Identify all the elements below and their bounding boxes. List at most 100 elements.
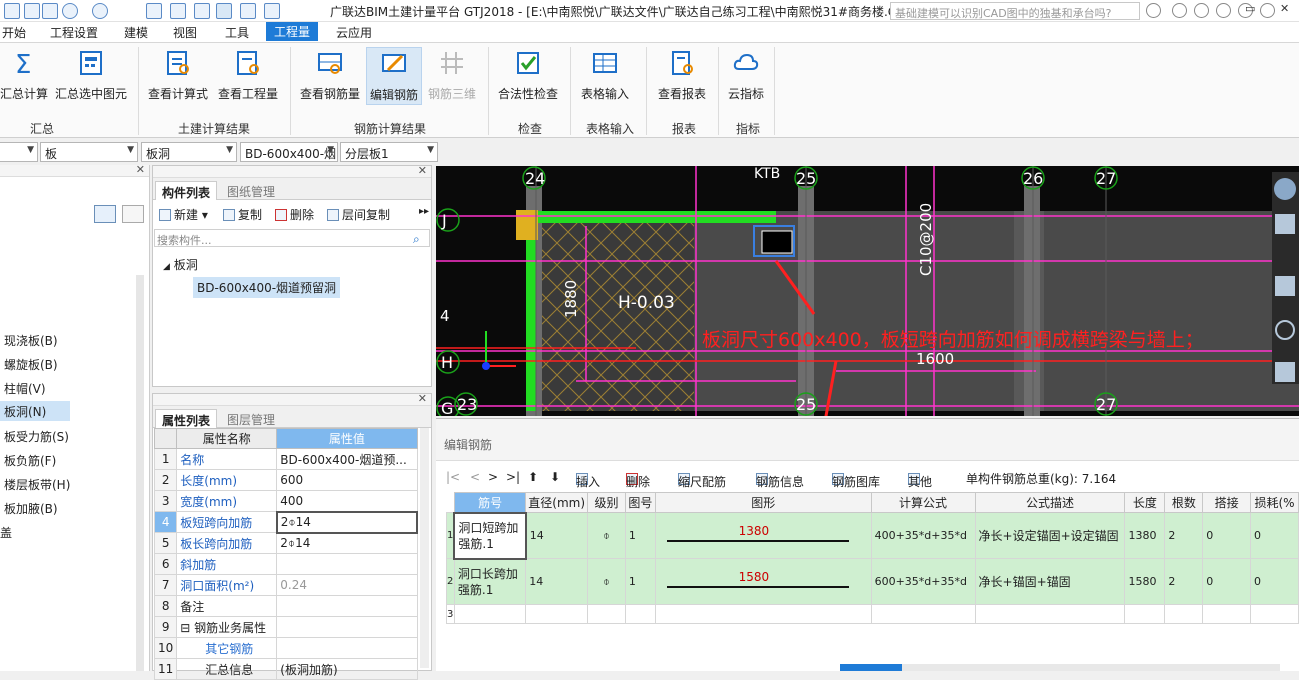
tab-layer-manager[interactable]: 图层管理 — [221, 409, 281, 428]
view-quantity-button[interactable]: 查看工程量 — [216, 47, 280, 105]
nav-scrollbar[interactable] — [136, 275, 144, 671]
help-search-input[interactable]: 基础建模可以识别CAD图中的独基和承台吗? — [890, 2, 1140, 20]
menu-view[interactable]: 视图 — [173, 24, 197, 41]
category-select[interactable]: 板 ▼ — [40, 142, 138, 162]
cad-drawing-canvas[interactable]: 24 25 26 27 23 25 27 J H G KTB 4 H-0.03 … — [436, 166, 1299, 416]
rebar-shape[interactable]: 1380 — [654, 512, 872, 559]
view-icon[interactable] — [240, 3, 256, 19]
nav-item-slab-main-rebar[interactable]: 板受力筋(S) — [4, 428, 69, 445]
table-row[interactable]: 1 名称 BD-600x400-烟道预... — [153, 448, 418, 470]
close-icon[interactable]: ✕ — [418, 392, 427, 405]
nav-item-spiral-slab[interactable]: 螺旋板(B) — [4, 356, 58, 373]
type-select[interactable]: 板洞 ▼ — [141, 142, 237, 162]
move-down-icon[interactable]: ⬇ — [550, 470, 560, 484]
bar-name-cell[interactable]: 洞口短跨加强筋.1 — [453, 511, 527, 560]
menu-tools[interactable]: 工具 — [225, 24, 249, 41]
table-row[interactable]: 5 板长跨向加筋 2⌽14 — [153, 532, 418, 554]
legality-check-button[interactable]: 合法性检查 — [496, 47, 560, 105]
floor-copy-button[interactable]: 层间复制 — [327, 206, 390, 223]
3d-view-icon[interactable] — [1275, 214, 1295, 234]
nav-item-slab-neg-rebar[interactable]: 板负筋(F) — [4, 452, 56, 469]
user-icon[interactable] — [1146, 3, 1161, 18]
tab-property-list[interactable]: 属性列表 — [155, 409, 218, 428]
cube-icon[interactable] — [1275, 276, 1295, 296]
floor-select[interactable]: ▼ — [0, 142, 38, 162]
table-row[interactable]: 7 洞口面积(m²) 0.24 — [153, 574, 418, 596]
video-icon[interactable] — [1194, 3, 1209, 18]
orbit-icon[interactable] — [1274, 178, 1296, 200]
move-up-icon[interactable]: ⬆ — [528, 470, 538, 484]
rebar-shape[interactable]: 1580 — [654, 558, 872, 605]
table-row[interactable]: 8 备注 — [153, 595, 418, 617]
nav-item-slab-haunch[interactable]: 板加腋(B) — [4, 500, 58, 517]
edit-icon[interactable] — [216, 3, 232, 19]
table-row-selected[interactable]: 4 板短跨向加筋 2⌽14 — [153, 510, 419, 534]
horizontal-scrollbar[interactable] — [840, 664, 1280, 671]
menu-project-settings[interactable]: 工程设置 — [50, 24, 98, 41]
short-span-rebar-input[interactable]: 2⌽14 — [275, 510, 419, 534]
table-row[interactable]: 9 ⊟ 钢筋业务属性 — [153, 616, 418, 638]
summary-selected-button[interactable]: 汇总选中图元 — [52, 47, 130, 105]
rebar-3d-button[interactable]: 钢筋三维 — [426, 47, 478, 105]
tree-root[interactable]: ◢ 板洞 — [163, 256, 198, 273]
redo-icon[interactable] — [92, 3, 108, 19]
nav-item-cover[interactable]: 盖 — [0, 524, 12, 541]
search-icon[interactable]: ⌕ — [413, 232, 420, 247]
new-component-button[interactable]: 新建 ▾ — [159, 206, 208, 223]
restore-button[interactable]: ▭ — [1245, 2, 1255, 15]
component-search-input[interactable]: 搜索构件... — [154, 229, 430, 247]
measure-icon[interactable] — [194, 3, 210, 19]
grid-icon[interactable] — [1275, 362, 1295, 382]
tab-component-list[interactable]: 构件列表 — [155, 181, 218, 200]
list-view-icon[interactable] — [94, 205, 116, 223]
menu-modeling[interactable]: 建模 — [124, 24, 148, 41]
nav-item-slab-hole[interactable]: 板洞(N) — [0, 401, 70, 421]
other-button[interactable]: 其他 ▾ — [908, 470, 932, 489]
menu-start[interactable]: 开始 — [2, 24, 26, 41]
check-drawing-icon[interactable] — [146, 3, 162, 19]
close-icon[interactable]: ✕ — [418, 164, 427, 177]
grid-view-icon[interactable] — [122, 205, 144, 223]
more-icon[interactable]: ▸▸ — [419, 206, 429, 217]
export-icon[interactable] — [264, 3, 280, 19]
nav-item-cast-slab[interactable]: 现浇板(B) — [4, 332, 58, 349]
property-scrollbar[interactable] — [420, 428, 429, 668]
tab-drawing-manager[interactable]: 图纸管理 — [221, 181, 281, 200]
nav-item-floor-strip[interactable]: 楼层板带(H) — [4, 476, 70, 493]
table-row[interactable]: 2 长度(mm) 600 — [153, 469, 418, 491]
undo-icon[interactable] — [62, 3, 78, 19]
feedback-icon[interactable] — [1216, 3, 1231, 18]
skin-icon[interactable] — [1260, 3, 1275, 18]
table-row[interactable]: 6 斜加筋 — [153, 553, 418, 575]
table-input-button[interactable]: 表格输入 — [578, 47, 632, 105]
table-row[interactable]: 10 其它钢筋 — [153, 637, 418, 659]
layer-select[interactable]: 分层板1 ▼ — [340, 142, 438, 162]
nav-prev-icon[interactable]: < — [470, 470, 480, 484]
table-row[interactable]: 2 洞口长跨加强筋.1 14 ⌽ 1 1580 600+35*d+35*d 净长… — [446, 558, 1299, 605]
cloud-index-button[interactable]: 云指标 — [724, 47, 768, 105]
view-report-button[interactable]: 查看报表 — [654, 47, 710, 105]
app-logo-icon[interactable] — [4, 3, 20, 19]
table-row[interactable]: 1 洞口短跨加强筋.1 14 ⌽ 1 1380 400+35*d+35*d 净长… — [446, 511, 1299, 560]
nav-last-icon[interactable]: >| — [506, 470, 520, 484]
message-icon[interactable] — [1172, 3, 1187, 18]
table-row[interactable]: 3 — [446, 604, 1299, 624]
view-formula-button[interactable]: 查看计算式 — [146, 47, 210, 105]
new-file-icon[interactable] — [24, 3, 40, 19]
copy-button[interactable]: 复制 — [223, 206, 262, 223]
table-row[interactable]: 3 宽度(mm) 400 — [153, 490, 418, 512]
delete-button[interactable]: 删除 — [275, 206, 314, 223]
tree-item-selected[interactable]: BD-600x400-烟道预留洞 — [193, 277, 341, 298]
scroll-thumb[interactable] — [840, 664, 902, 671]
view-rebar-button[interactable]: 查看钢筋量 — [298, 47, 362, 105]
component-select[interactable]: BD-600x400-烟 ▼ — [240, 142, 338, 162]
find-icon[interactable] — [170, 3, 186, 19]
nav-item-column-cap[interactable]: 柱帽(V) — [4, 380, 46, 397]
close-button[interactable]: ✕ — [1280, 2, 1289, 15]
menu-cloud[interactable]: 云应用 — [336, 24, 372, 41]
save-icon[interactable] — [42, 3, 58, 19]
summary-calc-button[interactable]: Σ 汇总计算 — [0, 47, 48, 105]
menu-quantity[interactable]: 工程量 — [266, 22, 319, 41]
close-icon[interactable]: ✕ — [136, 163, 145, 176]
nav-first-icon[interactable]: |< — [446, 470, 460, 484]
